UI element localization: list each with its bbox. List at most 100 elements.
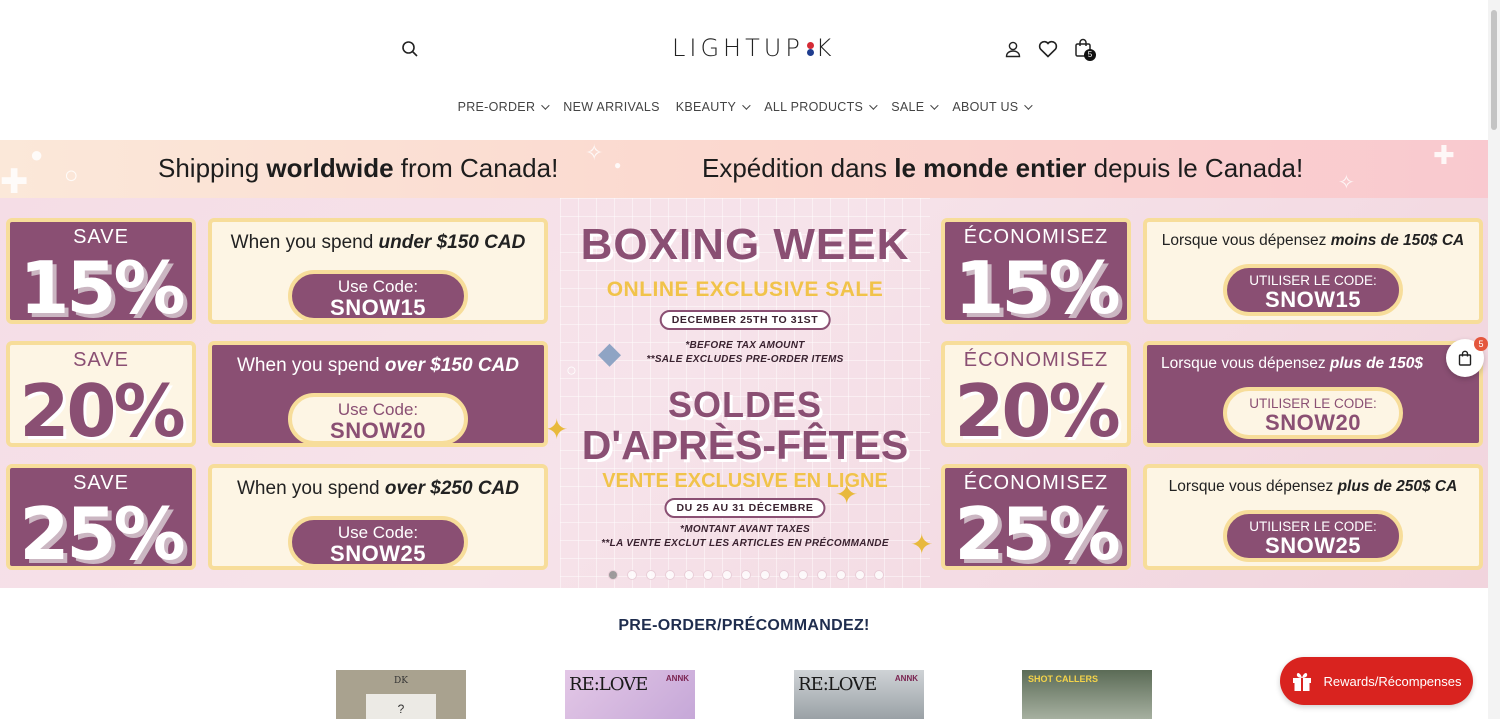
- spend-condition: Lorsque vous dépensez plus de 250$ CA: [1168, 478, 1458, 495]
- date-range-fr: DU 25 AU 31 DÉCEMBRE: [664, 498, 826, 518]
- note-preorder-fr: **LA VENTE EXCLUT LES ARTICLES EN PRÉCOM…: [601, 538, 889, 549]
- promo-code-snow25[interactable]: Use Code: SNOW25: [288, 516, 468, 568]
- shipping-announcement-bar: ● ✚ ○ ✧ ● ✧ ✚ Shipping worldwide from Ca…: [0, 140, 1488, 198]
- spend-condition: Lorsque vous dépensez moins de 150$ CA: [1161, 232, 1465, 249]
- nav-item-all-products[interactable]: ALL PRODUCTS: [756, 100, 883, 114]
- discount-percent: 20%: [19, 369, 185, 453]
- promo-code-snow20[interactable]: Use Code: SNOW20: [288, 393, 468, 445]
- note-tax-fr: *MONTANT AVANT TAXES: [680, 524, 810, 535]
- product-album-tag: ANNK: [665, 674, 689, 683]
- promo-code-snow25-fr[interactable]: UTILISER LE CODE: SNOW25: [1223, 510, 1403, 562]
- page-scrollbar[interactable]: [1488, 0, 1500, 719]
- nav-item-pre-order[interactable]: PRE-ORDER: [450, 100, 556, 114]
- nav-label: PRE-ORDER: [457, 100, 536, 114]
- spend-condition: When you spend over $250 CAD: [237, 478, 519, 499]
- chevron-down-icon: [869, 101, 878, 110]
- promo-code-snow15-fr[interactable]: UTILISER LE CODE: SNOW15: [1223, 264, 1403, 316]
- scrollbar-thumb[interactable]: [1491, 10, 1497, 130]
- gift-icon: [1293, 672, 1312, 691]
- sparkle-icon: ●: [614, 158, 622, 172]
- nav-label: KBEAUTY: [675, 100, 737, 114]
- vente-exclusive-subheading: VENTE EXCLUSIVE EN LIGNE: [602, 470, 888, 492]
- product-card[interactable]: DK ?: [336, 670, 466, 719]
- spend-condition: When you spend under $150 CAD: [230, 232, 526, 253]
- promo-code-snow20-fr[interactable]: UTILISER LE CODE: SNOW20: [1223, 387, 1403, 439]
- economisez-20-card: ÉCONOMISEZ 20%: [941, 341, 1131, 453]
- slide-dot[interactable]: [760, 570, 770, 580]
- slide-dot[interactable]: [817, 570, 827, 580]
- note-preorder-en: **SALE EXCLUDES PRE-ORDER ITEMS: [646, 354, 844, 365]
- save-20-card: SAVE 20%: [6, 341, 196, 453]
- page: LIGHTUP K 5 PRE-ORDER NEW ARRIVALS KBEAUT…: [0, 0, 1500, 719]
- slide-dot[interactable]: [855, 570, 865, 580]
- slide-dot[interactable]: [874, 570, 884, 580]
- slide-dot[interactable]: [646, 570, 656, 580]
- spend-condition: When you spend over $150 CAD: [237, 355, 519, 376]
- site-header: LIGHTUP K 5 PRE-ORDER NEW ARRIVALS KBEAUT…: [0, 0, 1488, 140]
- site-logo[interactable]: LIGHTUP K: [672, 34, 836, 62]
- search-button[interactable]: [395, 34, 425, 64]
- logo-dots-icon: [804, 42, 816, 56]
- product-card[interactable]: RE:LOVE ANNK: [794, 670, 924, 719]
- shipping-text-en: Shipping worldwide from Canada!: [158, 153, 559, 183]
- rewards-button[interactable]: Rewards/Récompenses: [1280, 657, 1473, 705]
- sparkle-icon: ✧: [1338, 172, 1355, 194]
- discount-percent: 20%: [954, 369, 1120, 453]
- nav-item-new-arrivals[interactable]: NEW ARRIVALS: [555, 100, 667, 114]
- product-album-text: RE:LOVE: [798, 674, 877, 695]
- slideshow-pagination: [608, 570, 884, 580]
- discount-percent: 15%: [19, 246, 185, 330]
- slide-dot[interactable]: [741, 570, 751, 580]
- nav-label: ALL PRODUCTS: [764, 100, 864, 114]
- nav-label: SALE: [891, 100, 925, 114]
- slide-dot[interactable]: [779, 570, 789, 580]
- sparkle-icon: ●: [30, 142, 44, 167]
- slide-dot[interactable]: [665, 570, 675, 580]
- logo-text-right: K: [815, 34, 836, 62]
- nav-item-kbeauty[interactable]: KBEAUTY: [668, 100, 756, 114]
- depensez-moins-150-card: Lorsque vous dépensez moins de 150$ CA U…: [1143, 218, 1483, 324]
- slide-dot[interactable]: [627, 570, 637, 580]
- cart-button[interactable]: 5: [1068, 33, 1098, 63]
- chevron-down-icon: [930, 101, 940, 110]
- slide-dot[interactable]: [722, 570, 732, 580]
- nav-label: ABOUT US: [952, 100, 1019, 114]
- date-range-en: DECEMBER 25TH TO 31ST: [659, 310, 831, 330]
- floating-cart-button[interactable]: 5: [1446, 337, 1488, 377]
- rewards-label: Rewards/Récompenses: [1323, 673, 1462, 689]
- circle-icon: ○: [64, 162, 79, 189]
- nav-item-about-us[interactable]: ABOUT US: [944, 100, 1038, 114]
- promo-code-snow15[interactable]: Use Code: SNOW15: [288, 270, 468, 322]
- depensez-plus-250-card: Lorsque vous dépensez plus de 250$ CA UT…: [1143, 464, 1483, 570]
- product-card[interactable]: RE:LOVE ANNK: [565, 670, 695, 719]
- chevron-down-icon: [742, 101, 751, 110]
- cart-count-badge: 5: [1084, 49, 1096, 61]
- nav-label: NEW ARRIVALS: [563, 100, 660, 114]
- slide-dot[interactable]: [608, 570, 618, 580]
- main-nav: PRE-ORDER NEW ARRIVALS KBEAUTY ALL PRODU…: [0, 100, 1488, 114]
- note-tax-en: *BEFORE TAX AMOUNT: [685, 340, 805, 351]
- account-button[interactable]: [998, 34, 1028, 64]
- logo-text-left: LIGHTUP: [672, 34, 804, 62]
- hero-slideshow[interactable]: ✦ ✦ ✦ ◆ ○ SAVE 15% When you spend under …: [0, 198, 1488, 588]
- discount-percent: 25%: [954, 492, 1120, 576]
- sparkle-icon: ✧: [585, 140, 604, 165]
- spend-over-150-card: When you spend over $150 CAD Use Code: SN…: [208, 341, 548, 447]
- product-card[interactable]: SHOT CALLERS: [1022, 670, 1152, 719]
- nav-item-sale[interactable]: SALE: [883, 100, 944, 114]
- user-icon: [1005, 41, 1021, 58]
- product-album-tag: ANNK: [894, 674, 918, 683]
- chevron-down-icon: [1024, 101, 1034, 110]
- slide-dot[interactable]: [798, 570, 808, 580]
- plus-icon: ✚: [1433, 140, 1455, 170]
- economisez-15-card: ÉCONOMISEZ 15%: [941, 218, 1131, 330]
- slide-dot[interactable]: [703, 570, 713, 580]
- wishlist-button[interactable]: [1033, 34, 1063, 64]
- shopping-bag-icon: [1458, 350, 1472, 366]
- slide-dot[interactable]: [836, 570, 846, 580]
- slide-dot[interactable]: [684, 570, 694, 580]
- save-25-card: SAVE 25%: [6, 464, 196, 576]
- heart-icon: [1038, 40, 1058, 58]
- boxing-week-heading: BOXING WEEK: [580, 220, 910, 269]
- floating-cart-count: 5: [1474, 337, 1488, 351]
